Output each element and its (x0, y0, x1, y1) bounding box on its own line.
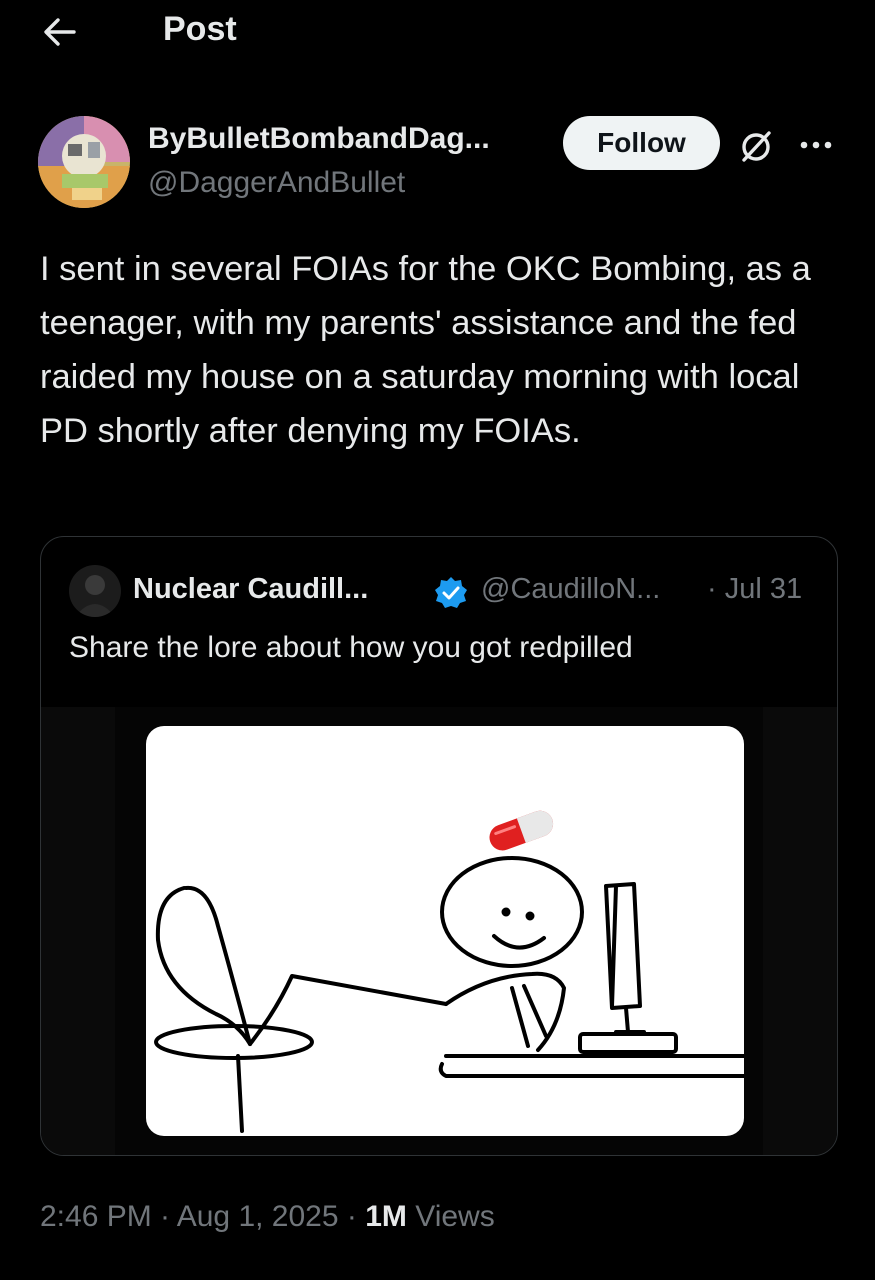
post-text: I sent in several FOIAs for the OKC Bomb… (40, 250, 811, 450)
follow-button[interactable]: Follow (563, 116, 720, 170)
arrow-left-icon (44, 18, 76, 46)
quoted-post-date[interactable]: · Jul 31 (707, 573, 802, 606)
quoted-author-handle[interactable]: @CaudilloN... (481, 573, 660, 606)
grok-icon (742, 131, 771, 162)
author-handle[interactable]: @DaggerAndBullet (148, 166, 405, 200)
grok-button[interactable] (736, 126, 776, 166)
verified-icon (435, 577, 467, 608)
views-label: Views (406, 1200, 495, 1233)
back-button[interactable] (40, 12, 80, 52)
author-avatar[interactable] (38, 116, 130, 208)
top-bar: Post (0, 0, 875, 62)
more-horizontal-icon (800, 141, 832, 149)
quoted-avatar[interactable] (69, 565, 121, 617)
quoted-media-image[interactable] (146, 726, 744, 1136)
views-count[interactable]: 1M (365, 1200, 407, 1233)
post-metadata: 2:46 PM · Aug 1, 2025 · 1M Views (40, 1200, 495, 1234)
quoted-post-text: Share the lore about how you got redpill… (69, 631, 633, 664)
author-name[interactable]: ByBulletBombandDag... (148, 122, 490, 156)
stick-figure-drawing (154, 810, 744, 1133)
post-timestamp[interactable]: 2:46 PM · Aug 1, 2025 · (40, 1200, 365, 1233)
more-options-button[interactable] (796, 130, 836, 160)
verified-badge (433, 575, 469, 611)
page-title: Post (163, 10, 237, 48)
quoted-author-name[interactable]: Nuclear Caudill... (133, 573, 368, 606)
